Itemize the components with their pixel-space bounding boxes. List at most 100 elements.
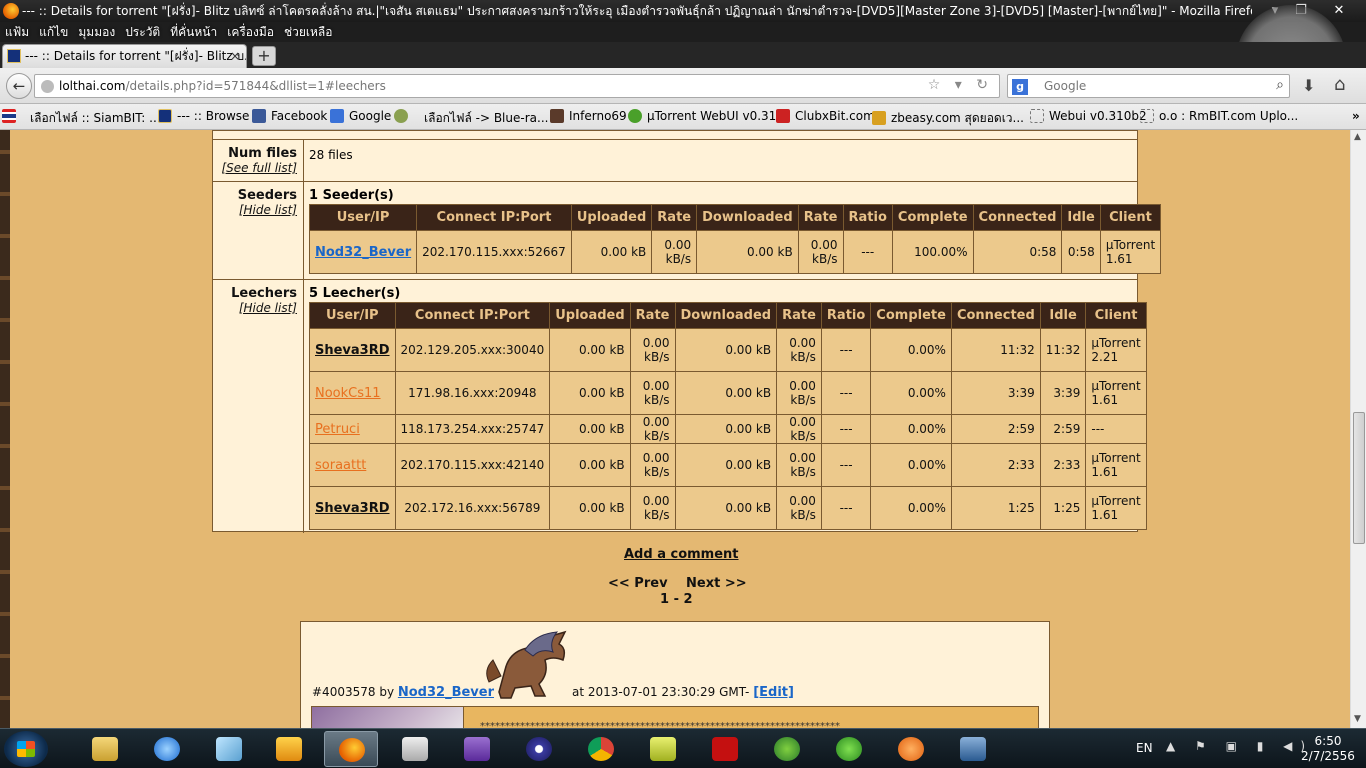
- search-bar[interactable]: g Google ⌕: [1007, 74, 1290, 98]
- taskbar-remote[interactable]: [946, 731, 1000, 767]
- language-indicator[interactable]: EN: [1136, 741, 1153, 755]
- bookmark-webui-label: Webui v0.310b2: [1049, 109, 1147, 123]
- peer-user-link[interactable]: soraattt: [315, 458, 366, 473]
- taskbar-filezilla[interactable]: [698, 731, 752, 767]
- bookmark-facebook[interactable]: Facebook: [252, 109, 327, 123]
- peer-user-link[interactable]: Petruci: [315, 422, 360, 437]
- hide-leechers-link[interactable]: [Hide list]: [213, 301, 297, 315]
- add-comment-link[interactable]: Add a comment: [624, 547, 739, 562]
- start-button[interactable]: [4, 731, 48, 767]
- taskbar-utility[interactable]: [262, 731, 316, 767]
- menu-file[interactable]: แฟ้ม: [0, 22, 34, 42]
- peer-download-rate: 0.00 kB/s: [776, 443, 822, 487]
- scroll-down-icon[interactable]: ▼: [1354, 714, 1361, 724]
- taskbar-7zip[interactable]: [636, 731, 690, 767]
- column-header: User/IP: [309, 302, 396, 329]
- bookmark-clubxbit-label: ClubxBit.com: [795, 109, 875, 123]
- peer-user-link[interactable]: Sheva3RD: [315, 343, 390, 358]
- navigation-toolbar: ← lolthai.com/details.php?id=571844&dlli…: [0, 68, 1366, 104]
- menu-view[interactable]: มุมมอง: [73, 22, 120, 42]
- bookmark-browse[interactable]: --- :: Browse: [158, 109, 249, 123]
- tab-label: --- :: Details for torrent "[ฝรั่ง]- Bli…: [25, 49, 247, 63]
- search-icon[interactable]: ⌕: [1276, 77, 1284, 93]
- close-window-button[interactable]: ✕: [1326, 0, 1352, 20]
- clock[interactable]: 6:50 2/7/2556: [1298, 734, 1358, 764]
- scroll-up-icon[interactable]: ▲: [1354, 132, 1361, 142]
- tab-details[interactable]: --- :: Details for torrent "[ฝรั่ง]- Bli…: [2, 44, 247, 68]
- peer-connected: 11:32: [950, 328, 1041, 372]
- column-header: Rate: [629, 302, 676, 329]
- bookmark-siambit[interactable]: เลือกไฟล์ :: SiamBIT: ...: [30, 109, 161, 128]
- peer-user-link[interactable]: Nod32_Bever: [315, 245, 411, 260]
- bookmark-inferno[interactable]: Inferno69: [550, 109, 627, 123]
- bookmark-utorrent[interactable]: µTorrent WebUI v0.310: [628, 109, 784, 123]
- taskbar-avira[interactable]: [884, 731, 938, 767]
- peer-ip: 118.173.254.xxx:25747: [394, 414, 551, 444]
- comment-date-wrap: at 2013-07-01 23:30:29 GMT- [Edit]: [572, 685, 794, 700]
- tray-icons[interactable]: ▲ ⚑ ▣ ▮ ◀): [1166, 739, 1313, 753]
- url-text[interactable]: lolthai.com/details.php?id=571844&dllist…: [59, 79, 386, 93]
- column-header: Idle: [1061, 204, 1101, 231]
- menu-bookmarks[interactable]: ที่คั่นหน้า: [165, 22, 222, 42]
- peer-downloaded: 0.00 kB: [674, 486, 778, 530]
- peer-user-link[interactable]: Sheva3RD: [315, 501, 390, 516]
- menu-tools[interactable]: เครื่องมือ: [222, 22, 279, 42]
- url-bar[interactable]: lolthai.com/details.php?id=571844&dllist…: [34, 74, 1000, 98]
- taskbar-notes[interactable]: [202, 731, 256, 767]
- bookmark-zbeasy[interactable]: zbeasy.com สุดยอดเว...: [872, 109, 1024, 128]
- taskbar-idm[interactable]: [760, 731, 814, 767]
- peer-user-cell: NookCs11: [309, 371, 396, 415]
- peer-connected: 3:39: [950, 371, 1041, 415]
- bookmark-rmbit[interactable]: o.o : RmBIT.com Uplo...: [1140, 109, 1298, 123]
- menu-help[interactable]: ช่วยเหลือ: [279, 22, 338, 42]
- new-tab-button[interactable]: +: [252, 46, 276, 66]
- download-icon[interactable]: ⬇: [1302, 76, 1315, 95]
- google-icon[interactable]: g: [1012, 79, 1028, 95]
- back-button[interactable]: ←: [6, 73, 32, 99]
- peer-idle: 11:32: [1039, 328, 1087, 372]
- bookmark-bluera[interactable]: เลือกไฟล์ -> Blue-ra...: [424, 109, 548, 128]
- filezilla-icon: [712, 737, 738, 761]
- tab-close-icon[interactable]: ×: [230, 45, 240, 67]
- hide-seeders-link[interactable]: [Hide list]: [213, 203, 297, 217]
- taskbar-explorer[interactable]: [78, 731, 132, 767]
- page-range: 1 - 2: [660, 592, 693, 607]
- menu-history[interactable]: ประวัติ: [120, 22, 165, 42]
- taskbar-utorrent[interactable]: [822, 731, 876, 767]
- taskbar-media[interactable]: [512, 731, 566, 767]
- bookmark-clubxbit[interactable]: ClubxBit.com: [776, 109, 875, 123]
- home-icon[interactable]: ⌂: [1334, 74, 1345, 95]
- leechers-count-text: 5 Leecher(s): [309, 286, 401, 301]
- clapper-321-icon: [402, 737, 428, 761]
- prev-page-link[interactable]: << Prev: [608, 576, 668, 591]
- peer-user-cell: soraattt: [309, 443, 396, 487]
- bookmark-google[interactable]: Google: [330, 109, 391, 123]
- leechers-count: 5 Leecher(s): [309, 286, 400, 301]
- next-page-link[interactable]: Next >>: [686, 576, 747, 591]
- url-tools-icon[interactable]: ☆ ▾ ↻: [928, 77, 993, 93]
- peer-upload-rate: 0.00 kB/s: [629, 414, 676, 444]
- taskbar-chrome[interactable]: [574, 731, 628, 767]
- taskbar-firefox[interactable]: [324, 731, 378, 767]
- peer-client: µTorrent 1.61: [1085, 486, 1147, 530]
- comment-author-link[interactable]: Nod32_Bever: [398, 685, 494, 700]
- bookmarks-overflow-icon[interactable]: »: [1352, 109, 1360, 123]
- menu-edit[interactable]: แก้ไข: [34, 22, 73, 42]
- vertical-scrollbar[interactable]: ▲ ▼: [1350, 130, 1366, 728]
- column-header: Idle: [1039, 302, 1087, 329]
- comment-edit-link[interactable]: [Edit]: [753, 685, 794, 700]
- peer-upload-rate: 0.00 kB/s: [629, 371, 676, 415]
- peer-row: Nod32_Bever 202.170.115.xxx:52667 0.00 kB 0…: [308, 230, 1162, 274]
- comment-id: #4003578: [312, 685, 376, 699]
- bookmark-webui[interactable]: Webui v0.310b2: [1030, 109, 1147, 123]
- scroll-thumb[interactable]: [1353, 412, 1365, 544]
- peer-row: Sheva3RD 202.129.205.xxx:30040 0.00 kB 0.00…: [309, 328, 1147, 372]
- peer-user-link[interactable]: NookCs11: [315, 386, 381, 401]
- see-full-list-link[interactable]: [See full list]: [213, 161, 298, 175]
- taskbar-ie[interactable]: [140, 731, 194, 767]
- num-files-row: Num files [See full list] 28 files: [213, 139, 1137, 181]
- peer-uploaded: 0.00 kB: [549, 328, 631, 372]
- url-path: /details.php?id=571844&dllist=1#leechers: [125, 79, 386, 93]
- taskbar-visual-studio[interactable]: [450, 731, 504, 767]
- taskbar-media-player-classic[interactable]: [388, 731, 442, 767]
